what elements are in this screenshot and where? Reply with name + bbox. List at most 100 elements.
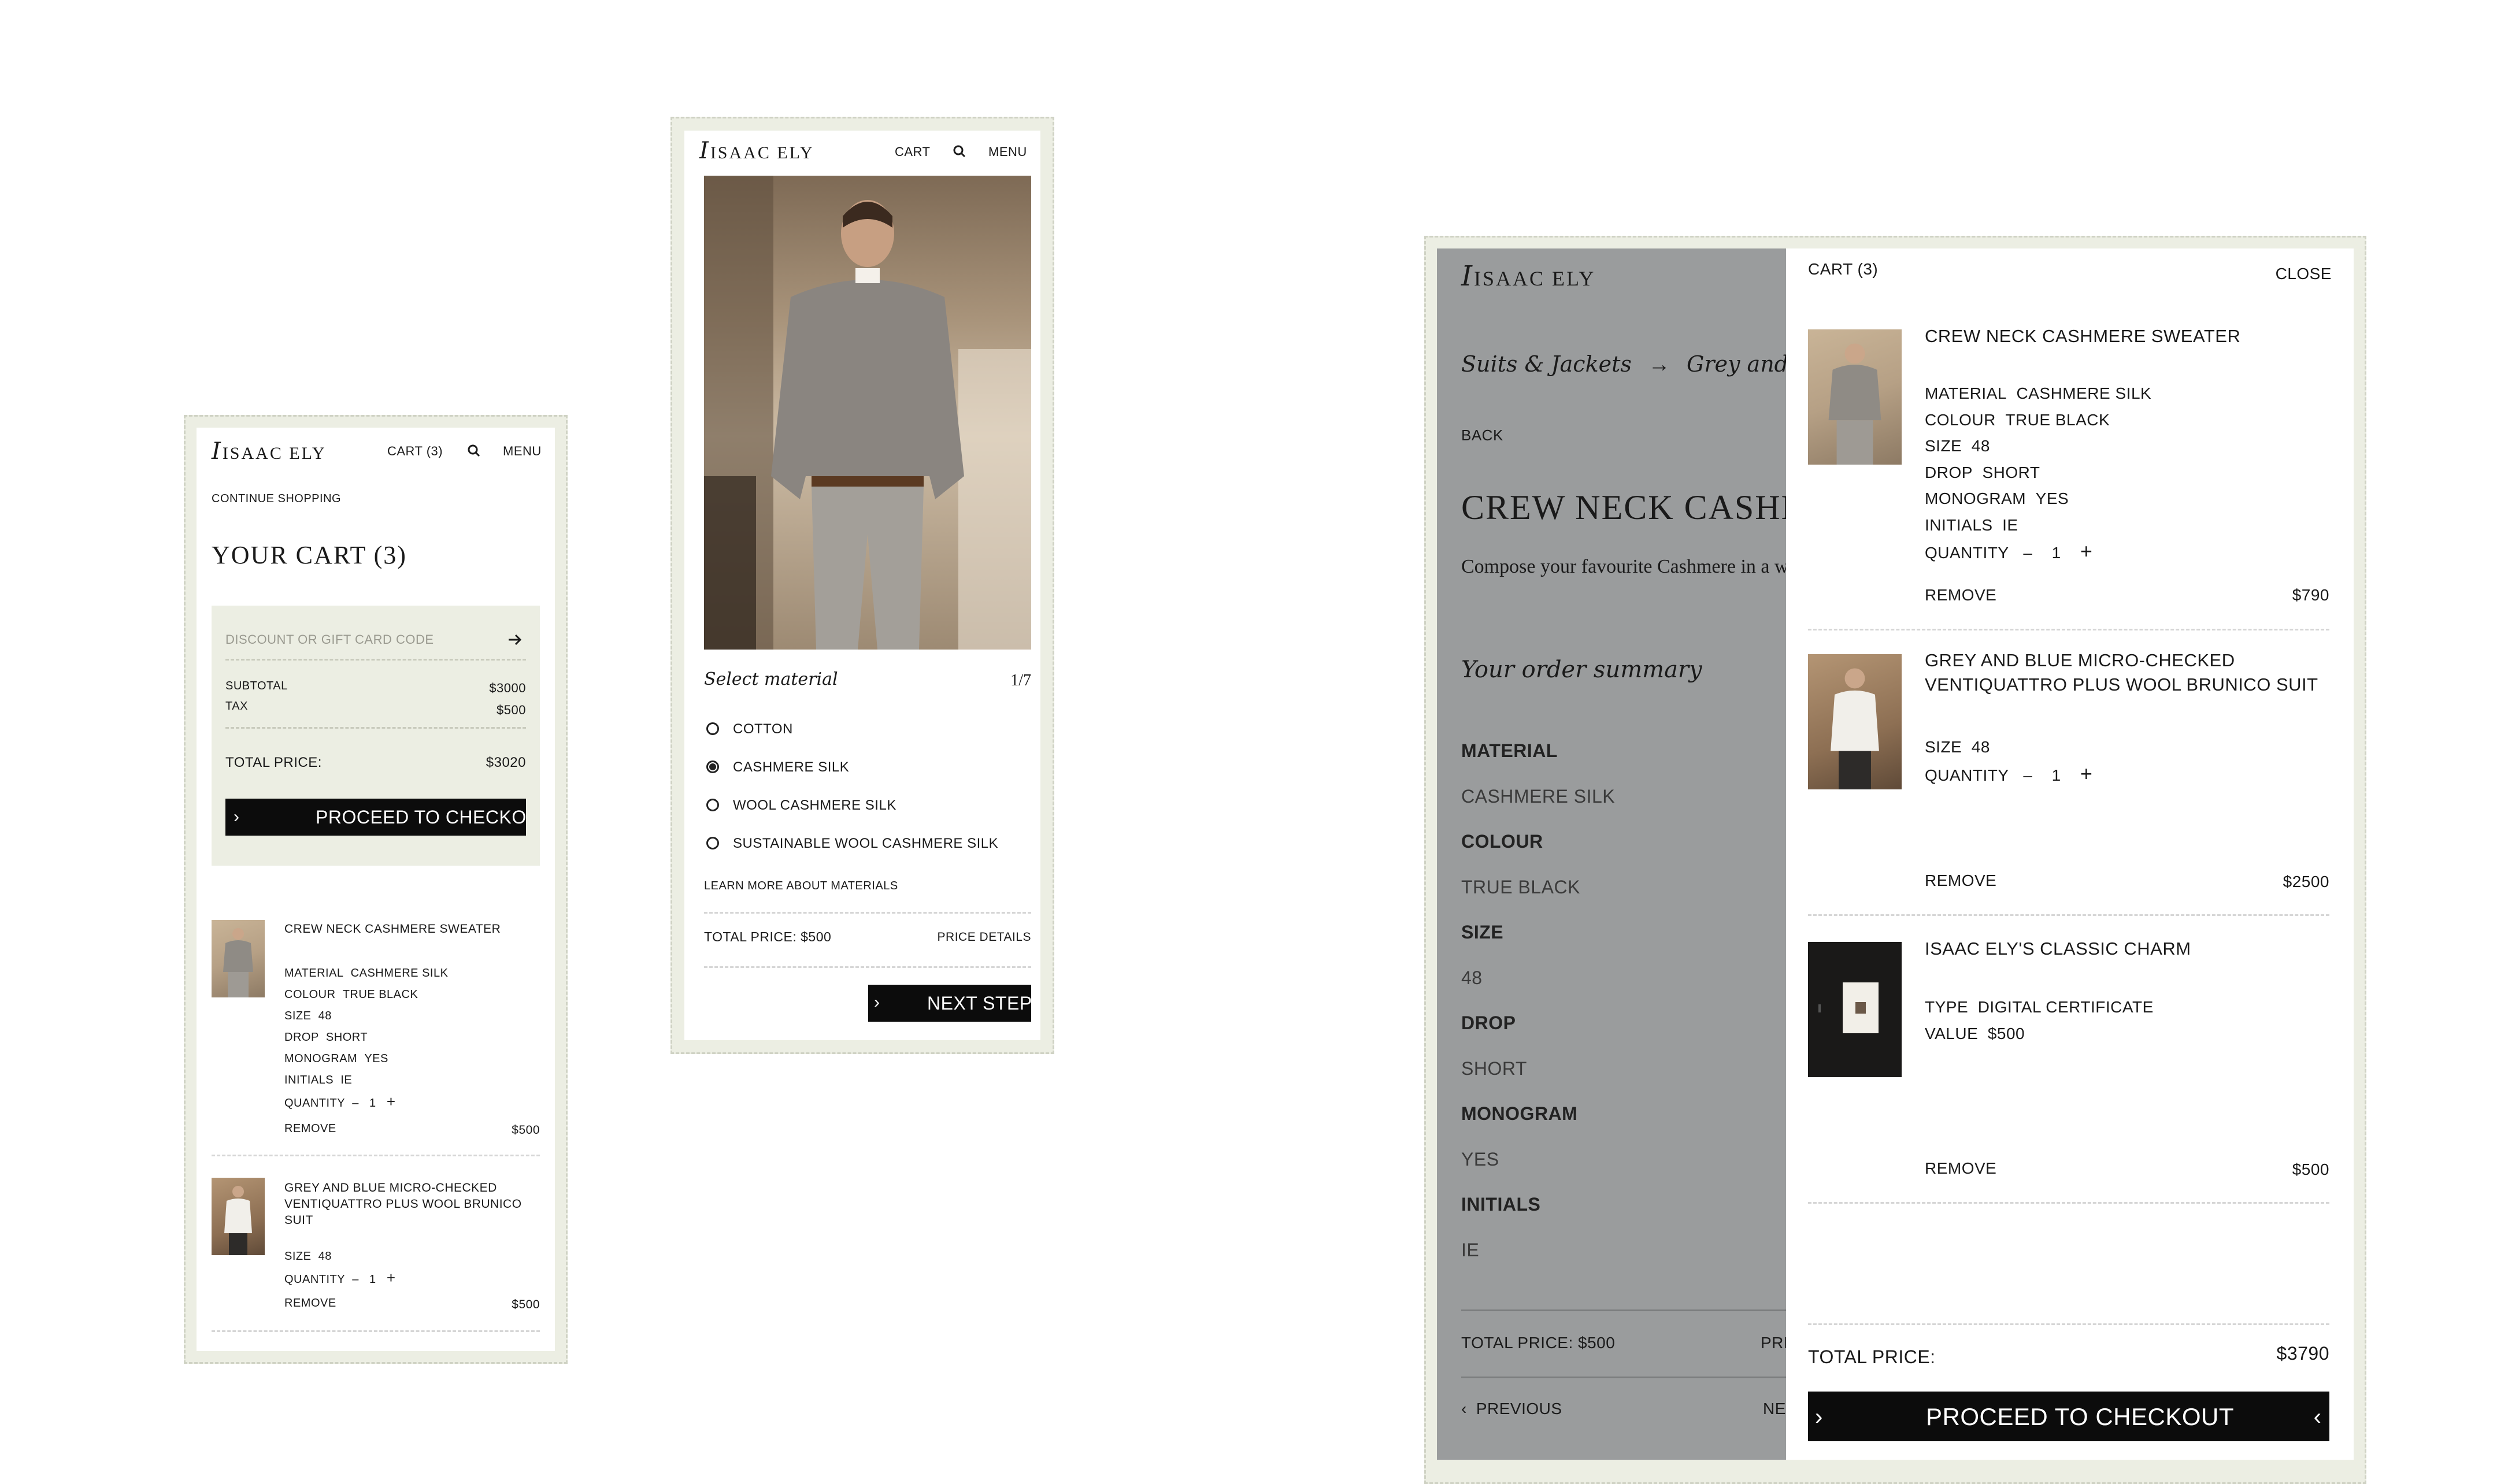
brand-logo[interactable]: IISAAC ELY xyxy=(212,438,327,465)
quantity-stepper[interactable]: QUANTITY – 1 + xyxy=(284,1267,396,1290)
divider xyxy=(1808,1323,2329,1325)
chevron-left-icon: ‹ xyxy=(2313,1404,2321,1430)
close-button[interactable]: CLOSE xyxy=(2276,265,2332,283)
chevron-right-icon: › xyxy=(874,993,880,1012)
plus-icon: + xyxy=(386,1093,396,1110)
order-summary-title: Your order summary xyxy=(1461,656,1702,683)
cart-item-name[interactable]: GREY AND BLUE MICRO-CHECKED VENTIQUATTRO… xyxy=(284,1180,539,1229)
divider xyxy=(704,912,1031,914)
drawer-total-label: TOTAL PRICE: xyxy=(1808,1346,1936,1367)
remove-link[interactable]: REMOVE xyxy=(284,1122,336,1136)
divider xyxy=(1808,914,2329,916)
minus-icon: – xyxy=(2023,766,2033,784)
radio-cashmere-silk[interactable] xyxy=(706,760,719,773)
divider xyxy=(212,1330,540,1332)
item-price: $790 xyxy=(2292,586,2329,604)
option-label[interactable]: COTTON xyxy=(733,721,793,737)
plus-icon: + xyxy=(386,1269,396,1286)
total-price: TOTAL PRICE: $500 xyxy=(704,929,832,944)
discount-input[interactable]: DISCOUNT OR GIFT CARD CODE xyxy=(225,632,434,647)
attr-list: MATERIAL CASHMERE SILK COLOUR TRUE BLACK… xyxy=(1925,380,2151,566)
divider xyxy=(225,727,526,729)
item-price: $2500 xyxy=(2283,873,2329,891)
cart-page-screen: IISAAC ELY CART (3) MENU CONTINUE SHOPPI… xyxy=(197,428,555,1351)
product-thumbnail-sweater[interactable] xyxy=(212,920,265,997)
breadcrumb: Suits & Jackets → Grey and blue micro-ch… xyxy=(1461,351,1786,377)
divider xyxy=(1808,1202,2329,1204)
product-hero-image xyxy=(704,176,1031,650)
summary-list: MATERIAL CASHMERE SILK COLOUR TRUE BLACK S… xyxy=(1461,740,1616,1260)
total-value: $3020 xyxy=(486,755,526,770)
tax-label: TAX xyxy=(225,700,248,713)
arrow-right-icon[interactable] xyxy=(506,631,524,651)
price-details-link[interactable]: PRICE DETAILS xyxy=(1761,1334,1786,1352)
search-icon[interactable] xyxy=(953,144,966,158)
option-label[interactable]: WOOL CASHMERE SILK xyxy=(733,797,896,814)
cart-item-name[interactable]: CREW NECK CASHMERE SWEATER xyxy=(284,922,539,936)
order-summary-box: DISCOUNT OR GIFT CARD CODE SUBTOTAL $300… xyxy=(212,606,540,866)
remove-link[interactable]: REMOVE xyxy=(1925,586,1996,604)
product-page-overlay[interactable]: IISAAC ELY Suits & Jackets → Grey and bl… xyxy=(1437,248,1786,1460)
remove-link[interactable]: REMOVE xyxy=(1925,871,1996,890)
proceed-to-checkout-button[interactable]: › PROCEED TO CHECKOUT xyxy=(225,799,526,836)
cart-drawer: CART (3) CLOSE CREW NECK CASHMERE SWEATE… xyxy=(1786,248,2354,1460)
subtotal-value: $3000 xyxy=(489,681,526,695)
next-step-button[interactable]: › NEXT STEP xyxy=(868,985,1031,1022)
product-thumbnail-suit[interactable] xyxy=(1808,654,1902,789)
product-thumbnail-suit[interactable] xyxy=(212,1178,265,1255)
drawer-title: CART (3) xyxy=(1808,260,1879,278)
option-label[interactable]: CASHMERE SILK xyxy=(733,759,849,776)
attr-list: TYPE DIGITAL CERTIFICATE VALUE $500 xyxy=(1925,998,2154,1042)
divider xyxy=(1461,1309,1786,1311)
header-menu-link[interactable]: MENU xyxy=(988,144,1027,159)
product-thumbnail-charm[interactable] xyxy=(1808,942,1902,1077)
quantity-stepper[interactable]: QUANTITY – 1 + xyxy=(284,1091,448,1114)
brand-logo[interactable]: IISAAC ELY xyxy=(1461,260,1595,292)
brand-logo[interactable]: IISAAC ELY xyxy=(699,138,814,164)
divider xyxy=(1461,1377,1786,1378)
header-menu-link[interactable]: MENU xyxy=(503,444,542,459)
price-details-link[interactable]: PRICE DETAILS xyxy=(938,930,1031,944)
item-price: $500 xyxy=(2292,1160,2329,1178)
quantity-stepper[interactable]: QUANTITY – 1 + xyxy=(1925,760,2092,789)
header-cart-link[interactable]: CART xyxy=(895,144,931,159)
minus-icon: – xyxy=(352,1097,359,1110)
divider xyxy=(704,966,1031,968)
product-page-screen: IISAAC ELY CART MENU Select material 1/7… xyxy=(684,131,1040,1040)
drawer-item-name[interactable]: ISAAC ELY'S CLASSIC CHARM xyxy=(1925,938,2191,959)
desktop-screen: IISAAC ELY Suits & Jackets → Grey and bl… xyxy=(1437,248,2354,1460)
header-cart-link[interactable]: CART (3) xyxy=(387,444,443,459)
step-counter: 1/7 xyxy=(1010,671,1031,689)
plus-icon: + xyxy=(2080,761,2093,785)
radio-wool-cashmere-silk[interactable] xyxy=(706,799,719,811)
subtotal-label: SUBTOTAL xyxy=(225,680,288,692)
next-step-link[interactable]: NEXT STEP xyxy=(1763,1400,1786,1418)
product-description: Compose your favourite Cashmere in a way… xyxy=(1461,556,1786,577)
drawer-total-value: $3790 xyxy=(2276,1343,2329,1364)
continue-shopping-link[interactable]: CONTINUE SHOPPING xyxy=(212,492,341,506)
radio-sustainable-wool[interactable] xyxy=(706,837,719,849)
search-icon[interactable] xyxy=(467,444,481,458)
select-material-heading: Select material xyxy=(704,669,838,689)
drawer-item-name[interactable]: CREW NECK CASHMERE SWEATER xyxy=(1925,326,2329,347)
option-label[interactable]: SUSTAINABLE WOOL CASHMERE SILK xyxy=(733,836,998,852)
learn-more-link[interactable]: LEARN MORE ABOUT MATERIALS xyxy=(704,880,898,893)
quantity-stepper[interactable]: QUANTITY – 1 + xyxy=(1925,538,2151,566)
chevron-right-icon: › xyxy=(234,807,239,826)
drawer-item-name[interactable]: GREY AND BLUE MICRO-CHECKED VENTIQUATTRO… xyxy=(1925,648,2335,697)
attr-row: MATERIAL CASHMERE SILK COLOUR TRUE BLACK… xyxy=(284,963,448,1114)
attr-list: SIZE 48 QUANTITY – 1 + xyxy=(284,1246,396,1290)
back-link[interactable]: BACK xyxy=(1461,426,1503,444)
divider xyxy=(212,1155,540,1156)
remove-link[interactable]: REMOVE xyxy=(1925,1159,1996,1178)
product-title: CREW NECK CASHMERE SWEATER xyxy=(1461,488,1786,526)
total-label: TOTAL PRICE: xyxy=(225,755,322,770)
item-price: $500 xyxy=(512,1123,540,1137)
product-thumbnail-sweater[interactable] xyxy=(1808,329,1902,465)
divider xyxy=(225,659,526,661)
proceed-to-checkout-button[interactable]: › PROCEED TO CHECKOUT ‹ xyxy=(1808,1392,2329,1441)
remove-link[interactable]: REMOVE xyxy=(284,1297,336,1310)
radio-cotton[interactable] xyxy=(706,722,719,735)
plus-icon: + xyxy=(2080,539,2093,563)
previous-link[interactable]: ‹ PREVIOUS xyxy=(1461,1400,1562,1418)
